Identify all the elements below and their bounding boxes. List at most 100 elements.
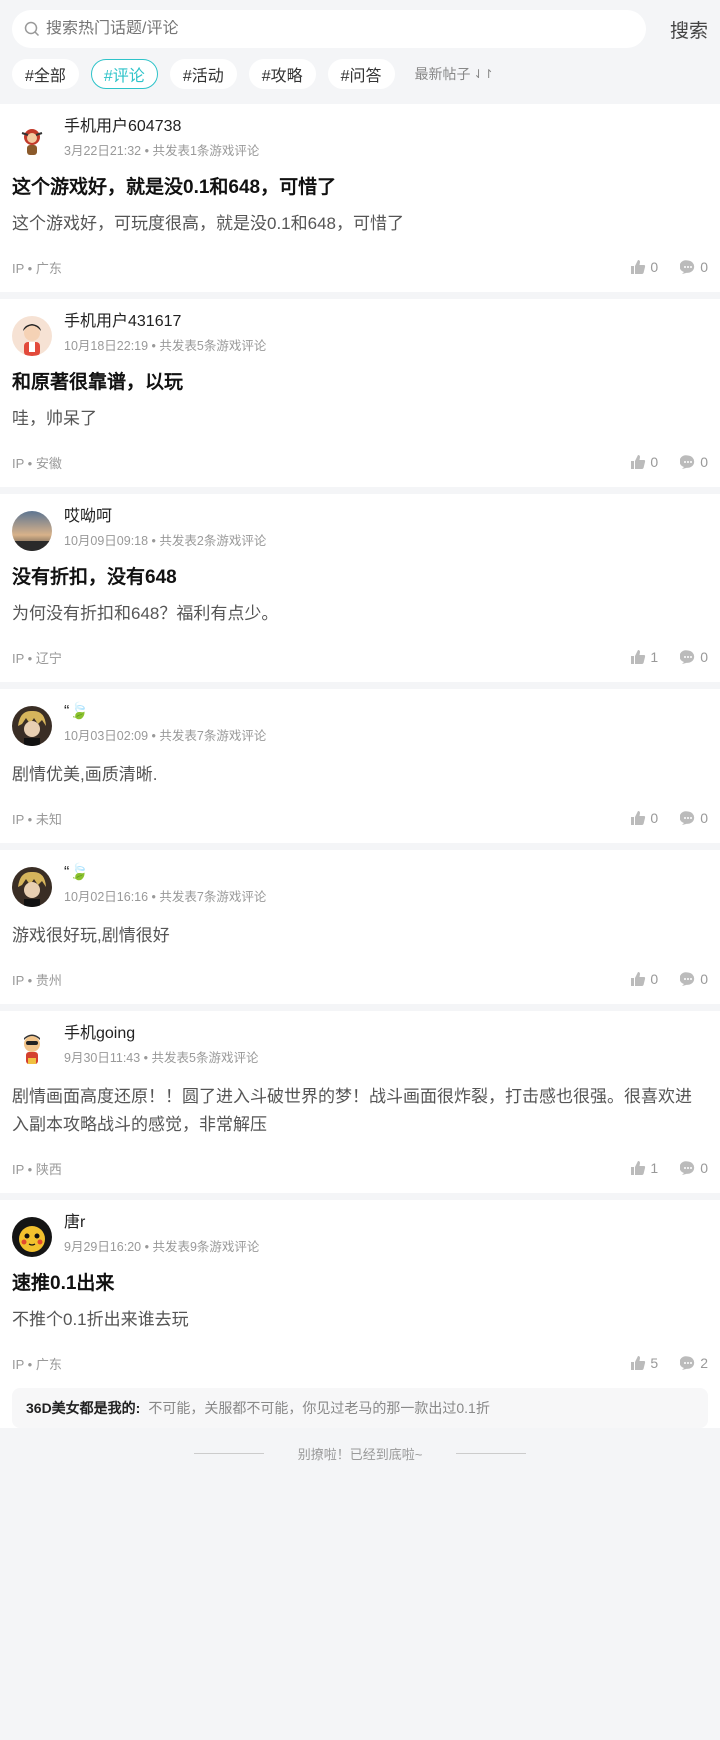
like-button[interactable]: 0: [630, 810, 658, 826]
comment-count: 2: [700, 1355, 708, 1371]
username[interactable]: 手机going: [64, 1023, 258, 1045]
search-row: 搜索: [12, 10, 708, 48]
comment-button[interactable]: 0: [680, 810, 708, 826]
username[interactable]: 哎呦呵: [64, 506, 266, 528]
comment-button[interactable]: 0: [680, 1160, 708, 1176]
like-count: 1: [650, 1160, 659, 1176]
post-footer: IP • 辽宁 1 0: [12, 632, 708, 682]
divider: [456, 1452, 527, 1454]
like-button[interactable]: 1: [630, 649, 658, 665]
post-footer: IP • 贵州 0 0: [12, 954, 708, 1004]
search-button[interactable]: 搜索: [646, 16, 708, 43]
username[interactable]: “🍃: [64, 701, 266, 723]
post-card[interactable]: “🍃 10月02日16:16 • 共发表7条游戏评论 游戏很好玩,剧情很好 IP…: [0, 850, 720, 1004]
tag-qa[interactable]: #问答: [327, 59, 395, 89]
comment-button[interactable]: 0: [680, 259, 708, 275]
post-meta: 3月22日21:32 • 共发表1条游戏评论: [64, 144, 260, 158]
post-card[interactable]: 唐r 9月29日16:20 • 共发表9条游戏评论 速推0.1出来 不推个0.1…: [0, 1200, 720, 1428]
post-footer: IP • 广东 0 0: [12, 242, 708, 292]
like-count: 0: [650, 971, 659, 987]
like-count: 5: [650, 1355, 659, 1371]
like-button[interactable]: 0: [630, 454, 658, 470]
comment-count: 0: [700, 971, 708, 987]
comment-button[interactable]: 0: [680, 454, 708, 470]
ip-location: IP • 广东: [12, 260, 62, 276]
comment-icon: [680, 811, 695, 825]
tag-activity[interactable]: #活动: [169, 59, 237, 89]
header: 搜索 #全部 #评论 #活动 #攻略 #问答 最新帖子 ⇃↾: [0, 0, 720, 104]
like-count: 1: [650, 649, 659, 665]
avatar[interactable]: [12, 867, 52, 907]
post-footer: IP • 广东 5 2: [12, 1338, 708, 1388]
divider: [193, 1452, 264, 1454]
ip-location: IP • 陕西: [12, 1161, 62, 1177]
post-body: 不推个0.1折出来谁去玩: [12, 1310, 189, 1329]
ip-location: IP • 未知: [12, 811, 62, 827]
post-title: 和原著很靠谱，以玩: [12, 372, 184, 393]
thumbs-up-icon: [631, 650, 646, 664]
post-header: 唐r 9月29日16:20 • 共发表9条游戏评论: [12, 1212, 708, 1264]
username[interactable]: 唐r: [64, 1212, 259, 1234]
thumbs-up-icon: [631, 972, 646, 986]
post-card[interactable]: 哎呦呵 10月09日09:18 • 共发表2条游戏评论 没有折扣，没有648 为…: [0, 494, 720, 682]
comment-button[interactable]: 2: [680, 1355, 708, 1371]
end-text: 别撩啦！已经到底啦~: [297, 1446, 423, 1462]
ip-location: IP • 辽宁: [12, 650, 62, 666]
comment-button[interactable]: 0: [680, 971, 708, 987]
like-count: 0: [650, 259, 659, 275]
post-meta: 10月18日22:19 • 共发表5条游戏评论: [64, 339, 267, 353]
tag-all[interactable]: #全部: [12, 59, 79, 89]
comment-icon: [680, 1161, 695, 1175]
username[interactable]: 手机用户604738: [64, 116, 259, 138]
avatar[interactable]: [12, 1217, 52, 1257]
ip-location: IP • 广东: [12, 1356, 62, 1372]
post-body: 剧情画面高度还原！！圆了进入斗破世界的梦！战斗画面很炸裂，打击感也很强。很喜欢进…: [12, 1087, 692, 1134]
comment-button[interactable]: 0: [680, 649, 708, 665]
avatar[interactable]: [12, 121, 52, 161]
avatar[interactable]: [12, 706, 52, 746]
username[interactable]: 手机用户431617: [64, 311, 266, 333]
post-card[interactable]: 手机用户431617 10月18日22:19 • 共发表5条游戏评论 和原著很靠…: [0, 299, 720, 487]
like-button[interactable]: 5: [630, 1355, 658, 1371]
like-count: 0: [650, 810, 659, 826]
comment-count: 0: [700, 454, 708, 470]
avatar[interactable]: [12, 1028, 52, 1068]
tag-bar: #全部 #评论 #活动 #攻略 #问答 最新帖子 ⇃↾: [12, 58, 708, 90]
sort-dropdown[interactable]: 最新帖子 ⇃↾: [415, 64, 494, 84]
like-button[interactable]: 0: [630, 259, 658, 275]
post-meta: 10月09日09:18 • 共发表2条游戏评论: [64, 534, 267, 548]
comment-icon: [680, 1356, 695, 1370]
comment-count: 0: [700, 259, 708, 275]
ip-location: IP • 贵州: [12, 972, 62, 988]
tag-guide[interactable]: #攻略: [248, 59, 316, 89]
post-card[interactable]: “🍃 10月03日02:09 • 共发表7条游戏评论 剧情优美,画质清晰. IP…: [0, 689, 720, 843]
avatar[interactable]: [12, 316, 52, 356]
post-header: 手机going 9月30日11:43 • 共发表5条游戏评论: [12, 1023, 708, 1075]
comment-icon: [680, 260, 695, 274]
post-title: 这个游戏好，就是没0.1和648，可惜了: [12, 177, 337, 198]
search-box[interactable]: [12, 10, 646, 48]
post-body: 为何没有折扣和648？福利有点少。: [12, 604, 279, 623]
post-card[interactable]: 手机用户604738 3月22日21:32 • 共发表1条游戏评论 这个游戏好，…: [0, 104, 720, 292]
post-card[interactable]: 手机going 9月30日11:43 • 共发表5条游戏评论 剧情画面高度还原！…: [0, 1011, 720, 1193]
comment-count: 0: [700, 649, 708, 665]
post-header: 哎呦呵 10月09日09:18 • 共发表2条游戏评论: [12, 506, 708, 558]
tag-review[interactable]: #评论: [90, 59, 158, 89]
post-meta: 10月03日02:09 • 共发表7条游戏评论: [64, 729, 267, 743]
post-title: 速推0.1出来: [12, 1273, 115, 1294]
thumbs-up-icon: [631, 1161, 646, 1175]
like-button[interactable]: 1: [630, 1160, 658, 1176]
thumbs-up-icon: [631, 811, 646, 825]
like-button[interactable]: 0: [630, 971, 658, 987]
like-count: 0: [650, 454, 659, 470]
post-footer: IP • 安徽 0 0: [12, 437, 708, 487]
comment-icon: [680, 972, 695, 986]
avatar[interactable]: [12, 511, 52, 551]
reply-preview[interactable]: 36D美女都是我的: 不可能，关服都不可能，你见过老马的那一款出过0.1折: [12, 1388, 708, 1428]
reply-username[interactable]: 36D美女都是我的:: [26, 1398, 140, 1418]
search-input[interactable]: [46, 20, 606, 38]
username[interactable]: “🍃: [64, 862, 266, 884]
end-of-list: 别撩啦！已经到底啦~: [0, 1433, 720, 1473]
post-header: 手机用户431617 10月18日22:19 • 共发表5条游戏评论: [12, 311, 708, 363]
comment-count: 0: [700, 810, 708, 826]
